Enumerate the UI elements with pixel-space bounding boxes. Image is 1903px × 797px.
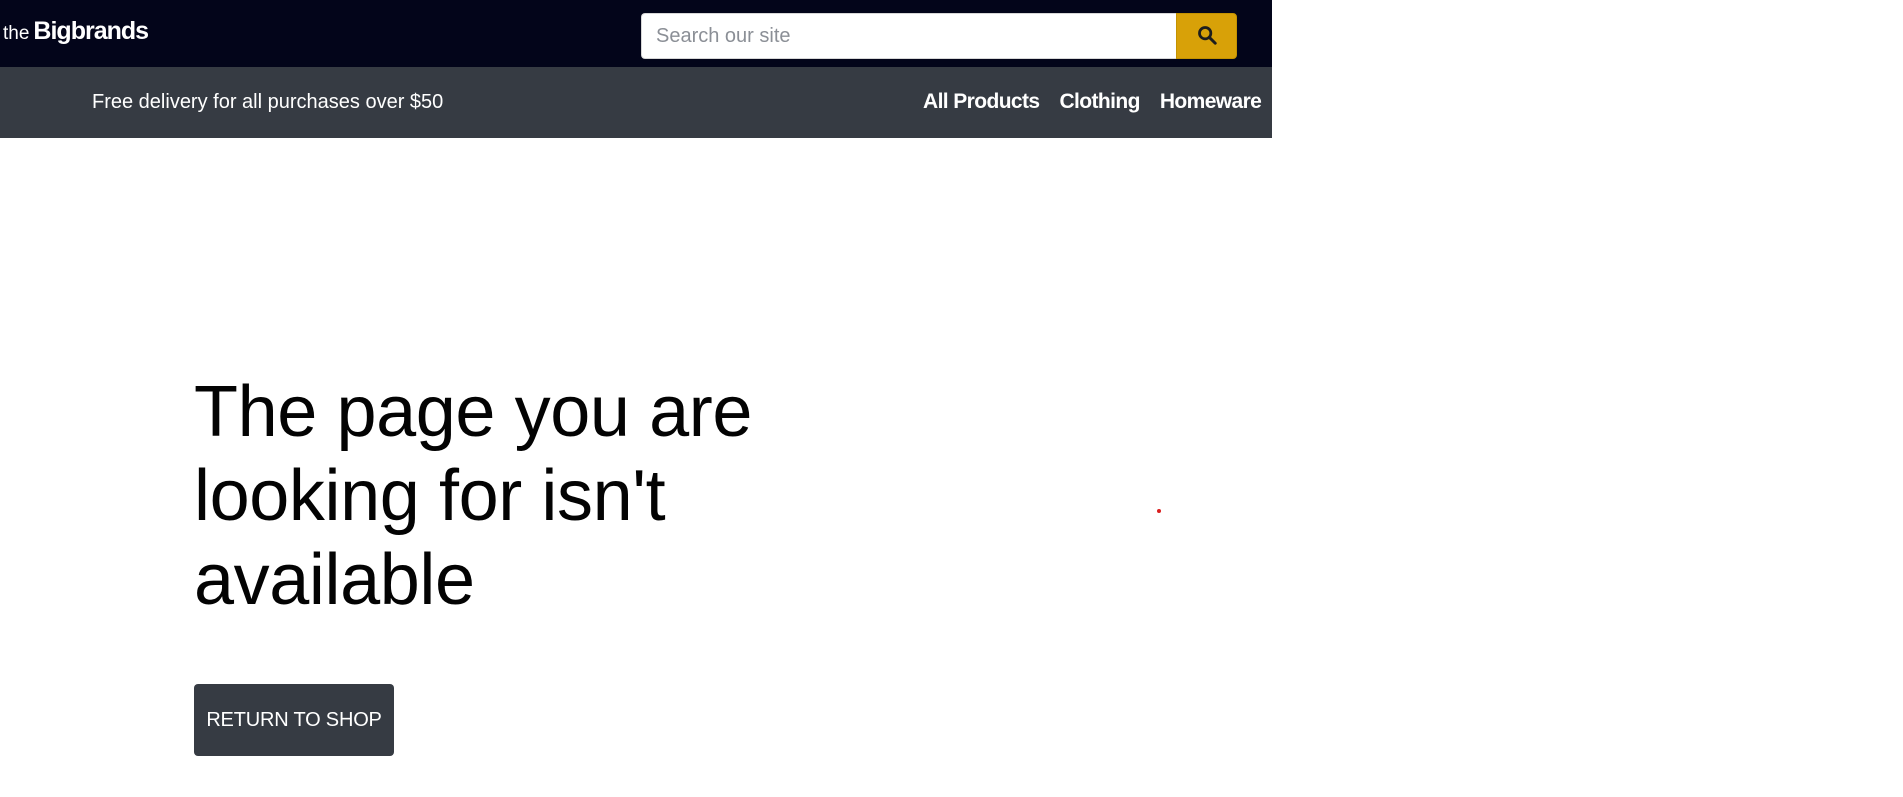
search-button[interactable]	[1176, 13, 1237, 59]
return-to-shop-button[interactable]: RETURN TO SHOP	[194, 684, 394, 756]
search-form	[641, 13, 1237, 59]
page: theBigbrands Free delivery for all purch…	[0, 0, 1903, 797]
logo-prefix: the	[3, 23, 30, 44]
search-icon	[1196, 24, 1218, 49]
nav-link-homeware[interactable]: Homeware	[1160, 90, 1262, 114]
nav-link-all-products[interactable]: All Products	[923, 90, 1040, 114]
page-title: The page you are looking for isn't avail…	[194, 372, 752, 620]
cursor-marker	[1157, 509, 1161, 513]
search-input[interactable]	[641, 13, 1176, 59]
delivery-promo: Free delivery for all purchases over $50	[92, 91, 444, 113]
main-navigation: Free delivery for all purchases over $50…	[0, 67, 1272, 138]
site-logo[interactable]: the Bigbrands	[3, 17, 149, 46]
site-header: the Bigbrands	[0, 0, 1272, 67]
nav-link-clothing[interactable]: Clothing	[1059, 90, 1140, 114]
category-links: All Products Clothing Homeware S	[923, 90, 1272, 114]
logo-brand-name: Bigbrands	[33, 17, 149, 45]
browser-viewport: theBigbrands Free delivery for all purch…	[0, 0, 1272, 797]
